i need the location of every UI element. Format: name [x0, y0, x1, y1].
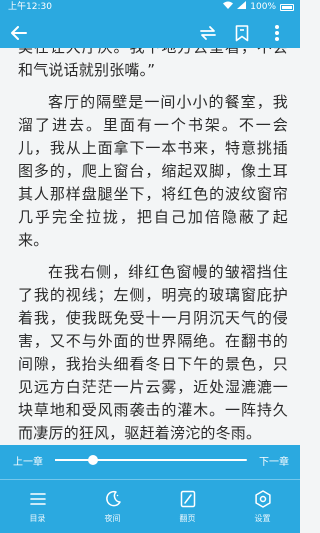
swap-icon[interactable] — [197, 22, 219, 44]
menu-icon — [28, 489, 48, 509]
nav-settings[interactable]: 设置 — [225, 483, 300, 533]
nav-label: 夜间 — [104, 514, 121, 523]
prev-chapter-button[interactable]: 上一章 — [13, 453, 43, 468]
nav-night[interactable]: 夜间 — [75, 483, 150, 533]
battery-icon — [280, 3, 294, 11]
more-vertical-icon[interactable] — [266, 22, 288, 44]
chapter-progress: 上一章 下一章 — [0, 445, 300, 473]
divider — [0, 479, 300, 480]
back-arrow-icon[interactable] — [8, 22, 30, 44]
signal-icon — [237, 0, 247, 14]
nav-page-turn[interactable]: 翻页 — [150, 483, 225, 533]
status-right: 100% — [223, 0, 294, 14]
progress-slider[interactable] — [55, 455, 247, 465]
nav-label: 翻页 — [179, 514, 196, 523]
nav-catalog[interactable]: 目录 — [0, 483, 75, 533]
paragraph: 在我右侧，绯红色窗幔的皱褶挡住了我的视线；左侧，明亮的玻璃窗庇护着我，使我既免受… — [18, 263, 288, 442]
wifi-icon — [223, 0, 234, 14]
nav-label: 目录 — [29, 514, 46, 523]
page-turn-icon — [178, 489, 198, 509]
gear-icon — [253, 489, 273, 509]
bottom-panel: 上一章 下一章 目录 夜间 翻页 设置 — [0, 445, 300, 533]
bookmark-icon[interactable] — [231, 22, 253, 44]
status-time: 上午12:30 — [8, 2, 52, 12]
next-chapter-button[interactable]: 下一章 — [259, 453, 289, 468]
nav-label: 设置 — [254, 514, 271, 523]
progress-thumb[interactable] — [88, 455, 99, 465]
battery-text: 100% — [250, 2, 276, 12]
toolbar-row — [0, 18, 300, 48]
bottom-nav: 目录 夜间 翻页 设置 — [0, 483, 300, 533]
paragraph: 客厅的隔壁是一间小小的餐室，我溜了进去。里面有一个书架。不一会儿，我从上面拿下一… — [18, 93, 288, 249]
top-toolbar: 上午12:30 100% — [0, 0, 300, 48]
status-bar: 上午12:30 100% — [0, 0, 300, 14]
moon-icon — [103, 489, 123, 509]
